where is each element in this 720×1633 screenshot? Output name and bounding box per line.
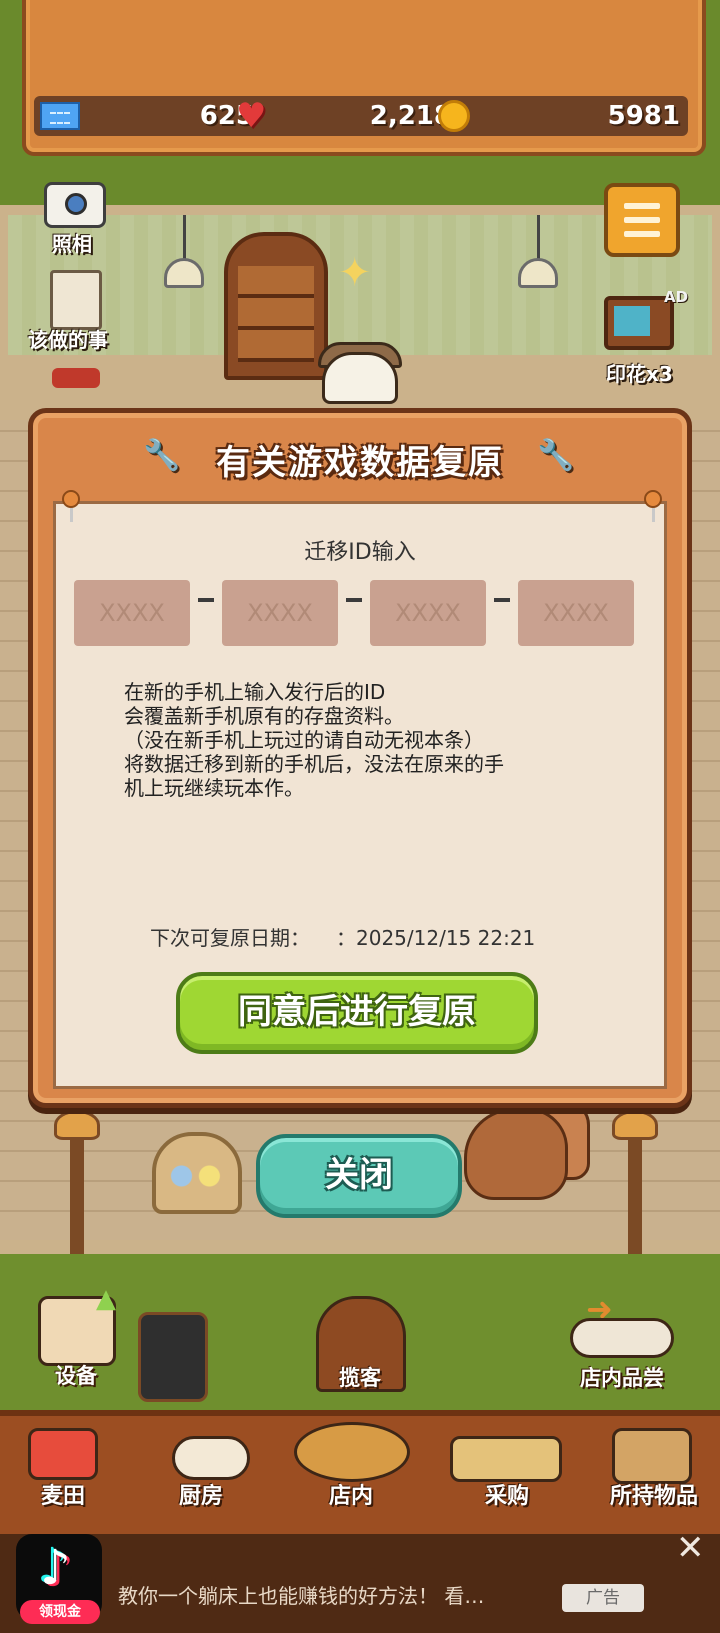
migrate-id-label: 迁移ID输入 — [304, 540, 416, 565]
tasting-plate-icon[interactable] — [570, 1318, 674, 1358]
ad-reward-pill: 领现金 — [20, 1600, 100, 1624]
id-input-2[interactable] — [222, 580, 338, 646]
id-input-4[interactable] — [518, 580, 634, 646]
info-line: （没在新手机上玩过的请自动无视本条） — [124, 728, 484, 752]
id-separator — [494, 598, 510, 602]
camera-label: 照相 — [52, 232, 92, 256]
info-line: 机上玩继续玩本作。 — [124, 776, 304, 800]
id-input-1[interactable] — [74, 580, 190, 646]
heart-count: 2,218 — [369, 101, 452, 131]
menu-board-icon[interactable] — [138, 1312, 208, 1402]
menu-line — [624, 203, 660, 209]
wrench-icon: 🔧 — [537, 438, 575, 473]
equipment-label: 设备 — [55, 1364, 97, 1388]
ad-tag: AD — [664, 288, 689, 306]
baker-character — [322, 352, 398, 404]
next-restore-date-value: ：2025/12/15 22:21 — [336, 926, 536, 950]
purchase-icon — [450, 1436, 562, 1482]
menu-line — [624, 217, 660, 223]
stand-pole — [628, 1138, 642, 1258]
restore-data-dialog: 🔧 有关游戏数据复原 🔧 迁移ID输入 在新的手机上输入发行后的ID 会覆盖新手… — [28, 408, 692, 1108]
id-input-3[interactable] — [370, 580, 486, 646]
close-button[interactable]: 关闭 — [256, 1134, 462, 1218]
next-restore-date-label: 下次可复原日期： — [150, 926, 310, 950]
coin-count: 5981 — [607, 101, 680, 131]
wheat-icon — [28, 1428, 98, 1480]
lamp-cord — [183, 215, 186, 260]
upgrade-arrow-icon: ▲ — [96, 1284, 116, 1314]
brush-item — [52, 368, 100, 388]
nav-store[interactable]: 店内 — [296, 1478, 406, 1510]
tiktok-note-icon: ♪ — [40, 1540, 71, 1596]
tasting-label: 店内品尝 — [580, 1366, 664, 1390]
id-separator — [198, 598, 214, 602]
kitchen-icon — [172, 1436, 250, 1480]
heart-icon: ♥ — [236, 96, 267, 136]
nav-purchase[interactable]: 采购 — [452, 1478, 562, 1510]
attract-label: 揽客 — [339, 1366, 381, 1390]
coin-icon — [438, 100, 470, 132]
lamp-cord — [537, 215, 540, 260]
todo-list-icon[interactable] — [50, 270, 102, 330]
id-separator — [346, 598, 362, 602]
pin-icon — [62, 490, 80, 522]
todo-label: 该做的事 — [28, 328, 108, 352]
items-box-icon — [612, 1428, 692, 1484]
flower-basket — [152, 1132, 242, 1214]
menu-line — [624, 231, 660, 237]
dialog-paper: 迁移ID输入 在新的手机上输入发行后的ID 会覆盖新手机原有的存盘资料。 （没在… — [53, 490, 667, 1089]
currency-bar: 625 ♥ 2,218 5981 — [34, 96, 688, 136]
nav-kitchen[interactable]: 厨房 — [146, 1478, 256, 1510]
pin-icon — [644, 490, 662, 522]
stand-lamp — [54, 1110, 100, 1140]
ticket-icon — [40, 102, 80, 130]
info-line: 将数据迁移到新的手机后，没法在原来的手 — [124, 752, 504, 776]
bread-shelf — [224, 232, 328, 380]
nav-wheat[interactable]: 麦田 — [8, 1478, 118, 1510]
agree-restore-button[interactable]: 同意后进行复原 — [176, 972, 538, 1054]
nav-items[interactable]: 所持物品 — [594, 1478, 714, 1510]
store-bread-icon — [294, 1422, 410, 1482]
ad-label: 广告 — [562, 1584, 644, 1612]
info-text: 在新的手机上输入发行后的ID 会覆盖新手机原有的存盘资料。 （没在新手机上玩过的… — [124, 680, 624, 800]
camera-icon[interactable] — [44, 182, 106, 228]
squirrel-character — [464, 1108, 568, 1200]
info-line: 在新的手机上输入发行后的ID — [124, 680, 386, 704]
info-line: 会覆盖新手机原有的存盘资料。 — [124, 704, 404, 728]
stand-pole — [70, 1138, 84, 1258]
star-ornament-icon: ✦ — [338, 250, 372, 296]
menu-button[interactable] — [604, 183, 680, 257]
ad-close-icon[interactable]: ✕ — [676, 1530, 705, 1566]
ad-text[interactable]: 教你一个躺床上也能赚钱的好方法！ 看… — [118, 1580, 484, 1609]
stand-lamp — [612, 1110, 658, 1140]
stamp-label: 印花x3 — [606, 362, 673, 386]
dialog-title: 有关游戏数据复原 — [216, 443, 504, 483]
